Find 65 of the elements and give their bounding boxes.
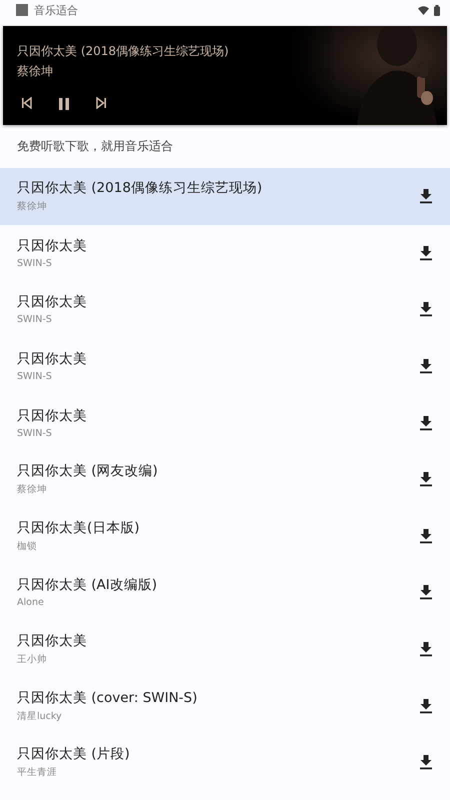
song-title: 只因你太美 (网友改编) [17, 462, 159, 480]
song-row[interactable]: 只因你太美 SWIN-S [0, 338, 450, 394]
song-artist: SWIN-S [17, 314, 53, 326]
song-row[interactable]: 只因你太美 王小帅 [0, 620, 450, 678]
song-artist: Alone [17, 597, 45, 608]
download-button[interactable] [417, 469, 435, 490]
media-notification[interactable]: 只因你太美 (2018偶像练习生综艺现场) 蔡徐坤 [3, 26, 447, 125]
song-artist: 蔡徐坤 [17, 200, 48, 214]
song-row[interactable]: 只因你太美 SWIN-S [0, 281, 450, 338]
song-row[interactable]: 只因你太美(日本版) 枷锁 [0, 508, 450, 564]
wifi-icon [418, 6, 429, 14]
previous-icon [21, 97, 33, 109]
download-icon [419, 528, 433, 544]
download-icon [419, 188, 433, 204]
download-button[interactable] [417, 356, 435, 376]
song-artist: 平生青涯 [17, 766, 58, 780]
next-button[interactable] [95, 97, 107, 111]
song-title: 只因你太美(日本版) [17, 518, 141, 537]
song-artist: SWIN-S [17, 428, 53, 439]
pause-icon [57, 97, 71, 111]
song-artist: 蔡徐坤 [17, 483, 48, 496]
song-title: 只因你太美 (片段) [17, 745, 131, 764]
song-artist: 清星lucky [17, 710, 63, 723]
song-title: 只因你太美 (2018偶像练习生综艺现场) [17, 179, 264, 198]
previous-button[interactable] [21, 97, 33, 111]
now-playing-title: 只因你太美 (2018偶像练习生综艺现场) [17, 43, 230, 60]
song-title: 只因你太美 [17, 293, 88, 312]
next-icon [95, 97, 107, 109]
song-title: 只因你太美 [17, 632, 88, 650]
download-icon [419, 244, 433, 261]
song-artist: 枷锁 [17, 540, 38, 553]
download-button[interactable] [417, 582, 435, 602]
download-icon [419, 301, 433, 318]
song-row[interactable]: 只因你太美 (cover: SWIN-S) 清星lucky [0, 677, 450, 734]
app-name: 音乐适合 [34, 2, 78, 18]
download-button[interactable] [417, 752, 435, 772]
download-icon [419, 471, 433, 488]
song-row[interactable]: 只因你太美 (网友改编) 蔡徐坤 [0, 450, 450, 508]
song-title: 只因你太美 (cover: SWIN-S) [17, 688, 198, 707]
song-title: 只因你太美 [17, 406, 88, 425]
download-icon [419, 414, 433, 431]
song-artist: 王小帅 [17, 653, 48, 666]
song-title: 只因你太美 [17, 350, 88, 368]
download-icon [419, 358, 433, 374]
download-button[interactable] [417, 299, 435, 320]
song-title: 只因你太美 [17, 236, 88, 255]
song-row[interactable]: 只因你太美 SWIN-S [0, 224, 450, 282]
song-artist: SWIN-S [17, 258, 53, 269]
song-row[interactable]: 只因你太美 SWIN-S [0, 394, 450, 451]
download-button[interactable] [417, 186, 435, 206]
now-playing-artist: 蔡徐坤 [17, 63, 54, 80]
download-icon [419, 584, 433, 600]
song-row[interactable]: 只因你太美 (片段) 平生青涯 [0, 734, 450, 791]
battery-icon [434, 4, 440, 16]
download-button[interactable] [417, 639, 435, 660]
subtitle: 免费听歌下歌，就用音乐适合 [16, 138, 174, 155]
download-icon [419, 698, 433, 714]
download-icon [419, 754, 433, 770]
song-title: 只因你太美 (AI改编版) [17, 576, 158, 594]
pause-button[interactable] [57, 97, 71, 111]
song-row[interactable]: 只因你太美 (AI改编版) Alone [0, 564, 450, 621]
app-icon [16, 4, 28, 16]
song-row[interactable]: 只因你太美 (2018偶像练习生综艺现场) 蔡徐坤 [0, 168, 450, 225]
download-icon [419, 641, 433, 658]
song-artist: SWIN-S [17, 371, 53, 382]
